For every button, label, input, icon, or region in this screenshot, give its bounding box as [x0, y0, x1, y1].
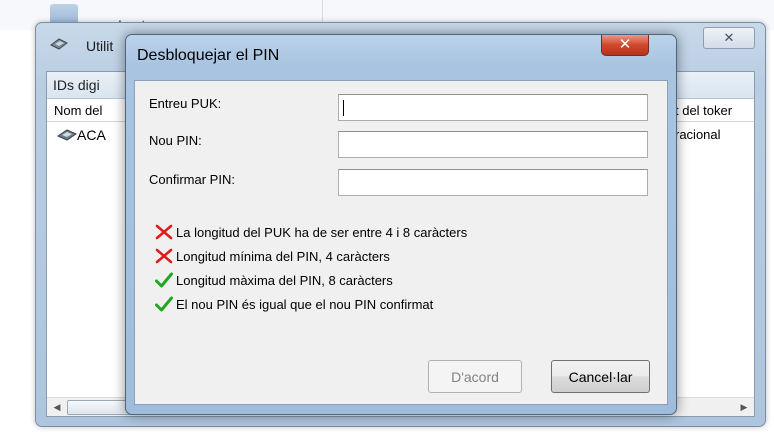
unlock-pin-dialog: Desbloquejar el PIN ✕ Entreu PUK: Nou PI… — [125, 34, 677, 415]
check-icon — [155, 296, 173, 312]
puk-label: Entreu PUK: — [149, 96, 222, 111]
cross-icon — [155, 248, 173, 264]
tab-digital-ids[interactable]: IDs digi — [53, 77, 100, 93]
rule-puk-length: La longitud del PUK ha de ser entre 4 i … — [155, 224, 467, 240]
dialog-content: Entreu PUK: Nou PIN: Confirmar PIN: La l… — [134, 80, 668, 405]
scroll-left-icon[interactable]: ◀ — [49, 400, 65, 414]
rule-pin-match: El nou PIN és igual que el nou PIN confi… — [155, 296, 433, 312]
text-caret — [343, 100, 344, 116]
ok-button[interactable]: D'acord — [428, 360, 522, 393]
rule-text: El nou PIN és igual que el nou PIN confi… — [176, 297, 434, 312]
table-row-status: racional — [675, 127, 721, 142]
rule-text: Longitud mínima del PIN, 4 caràcters — [176, 249, 390, 264]
cancel-button[interactable]: Cancel·lar — [551, 360, 650, 393]
cross-icon — [155, 224, 173, 240]
rule-pin-max-length: Longitud màxima del PIN, 8 caràcters — [155, 272, 393, 288]
rule-text: Longitud màxima del PIN, 8 caràcters — [176, 273, 393, 288]
new-pin-input[interactable] — [338, 131, 648, 158]
confirm-pin-input[interactable] — [338, 169, 648, 196]
check-icon — [155, 272, 173, 288]
column-header-token-status[interactable]: t del toker — [675, 103, 732, 118]
rule-text: La longitud del PUK ha de ser entre 4 i … — [176, 225, 468, 240]
card-reader-icon — [50, 38, 68, 50]
background-close-button[interactable]: ✕ — [703, 27, 755, 49]
puk-input[interactable] — [338, 94, 648, 121]
card-reader-icon — [57, 129, 77, 141]
new-pin-label: Nou PIN: — [149, 133, 202, 148]
table-row-name[interactable]: ACA — [77, 127, 106, 143]
dialog-title: Desbloquejar el PIN — [137, 47, 280, 64]
close-button[interactable]: ✕ — [601, 35, 649, 56]
rule-pin-min-length: Longitud mínima del PIN, 4 caràcters — [155, 248, 390, 264]
scroll-right-icon[interactable]: ▶ — [736, 400, 752, 414]
background-window-title: Utilit — [86, 38, 114, 54]
column-header-name[interactable]: Nom del — [54, 103, 102, 118]
confirm-pin-label: Confirmar PIN: — [149, 172, 235, 187]
